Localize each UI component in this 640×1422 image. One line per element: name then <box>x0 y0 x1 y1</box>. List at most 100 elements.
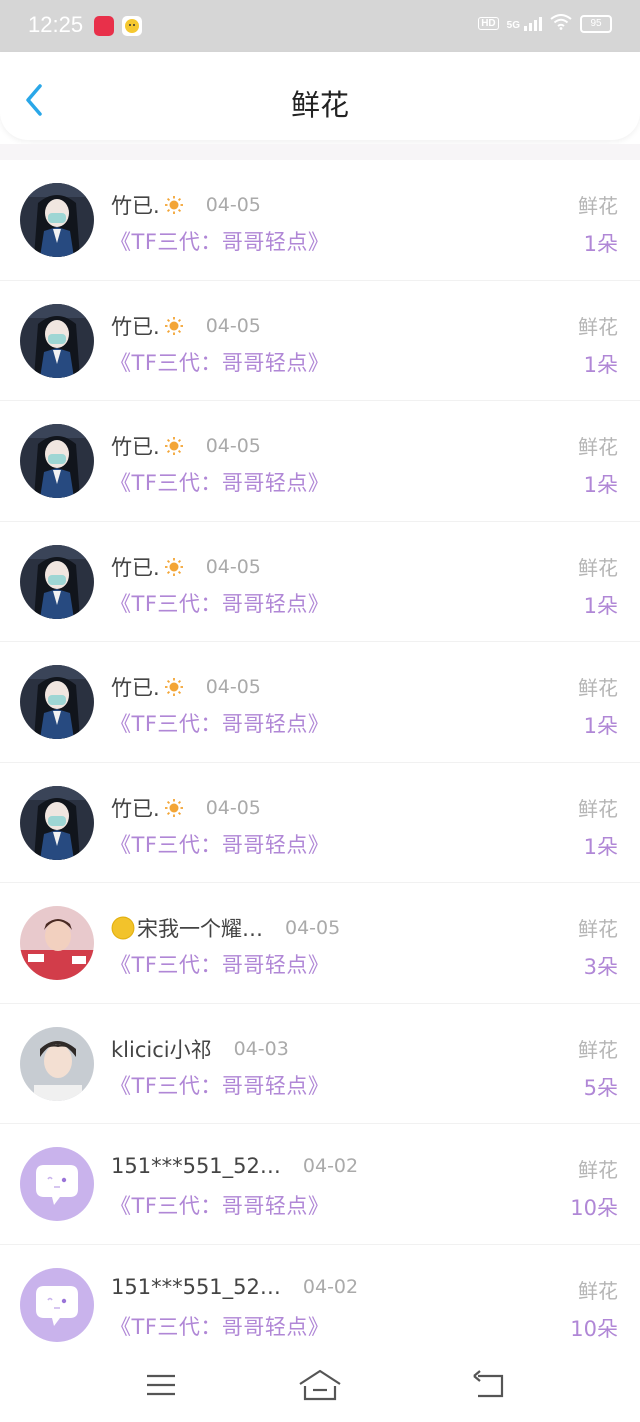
wifi-icon <box>550 14 572 33</box>
battery-icon: 95 <box>580 14 612 33</box>
gift-type-label: 鲜花 <box>578 194 618 218</box>
gift-count: 1朵 <box>583 714 618 738</box>
status-indicators: HD 5G 95 <box>478 14 612 33</box>
name-line: 竹已. 04-05 <box>111 190 261 220</box>
list-item[interactable]: 竹已. 04-05 《TF三代：哥哥轻点》 鲜花 1朵 <box>0 763 640 883</box>
header: 鲜花 <box>0 52 640 140</box>
name-line: 竹已. 04-05 <box>111 311 261 341</box>
user-name: klicici小祁 <box>111 1037 212 1062</box>
user-name: 竹已. <box>111 435 160 459</box>
avatar[interactable] <box>20 785 94 860</box>
menu-button[interactable] <box>144 1368 178 1402</box>
user-name: 竹已. <box>111 555 160 580</box>
signal-icon: 5G <box>506 16 542 31</box>
name-line: 竹已. 04-05 <box>111 552 261 582</box>
gift-count: 10朵 <box>570 1316 618 1341</box>
avatar[interactable] <box>20 1267 94 1342</box>
gift-type-label: 鲜花 <box>578 555 618 580</box>
user-name: 竹已. <box>111 314 160 339</box>
list-item[interactable]: 151***551_52… 04-02 《TF三代：哥哥轻点》 鲜花 10朵 <box>0 1124 640 1245</box>
gift-type-label: 鲜花 <box>578 917 618 941</box>
header-divider <box>0 144 640 160</box>
name-line: 151***551_52… 04-02 <box>111 1275 358 1299</box>
network-type: 5G <box>506 19 520 31</box>
sun-icon <box>164 557 183 576</box>
avatar[interactable] <box>20 1147 94 1221</box>
status-bar: 12:25 HD 5G 95 <box>0 0 640 52</box>
gift-count: 1朵 <box>583 834 618 859</box>
back-nav-button[interactable] <box>472 1368 506 1402</box>
list-item[interactable]: 竹已. 04-05 《TF三代：哥哥轻点》 鲜花 1朵 <box>0 160 640 281</box>
gift-type-label: 鲜花 <box>578 1158 618 1182</box>
menu-icon <box>147 1374 175 1396</box>
gift-count: 1朵 <box>583 593 618 618</box>
list-item[interactable]: 竹已. 04-05 《TF三代：哥哥轻点》 鲜花 1朵 <box>0 522 640 642</box>
app-notification-icon-yellow <box>122 16 142 36</box>
gift-count: 5朵 <box>583 1075 618 1100</box>
work-title[interactable]: 《TF三代：哥哥轻点》 <box>110 708 329 738</box>
gift-count: 10朵 <box>570 1196 618 1220</box>
avatar[interactable] <box>20 665 94 739</box>
sun-icon <box>164 437 183 455</box>
user-name: 宋我一个耀… <box>137 917 263 941</box>
list-item[interactable]: 宋我一个耀… 04-05 《TF三代：哥哥轻点》 鲜花 3朵 <box>0 883 640 1004</box>
sun-icon <box>164 798 183 817</box>
avatar[interactable] <box>20 906 94 980</box>
work-title[interactable]: 《TF三代：哥哥轻点》 <box>110 949 329 979</box>
list-item[interactable]: 竹已. 04-05 《TF三代：哥哥轻点》 鲜花 1朵 <box>0 401 640 522</box>
gift-type-label: 鲜花 <box>578 676 618 700</box>
app-notification-icon-red <box>94 16 114 36</box>
gift-type-label: 鲜花 <box>578 1037 618 1062</box>
user-name: 竹已. <box>111 194 160 218</box>
list-item[interactable]: 151***551_52… 04-02 《TF三代：哥哥轻点》 鲜花 10朵 <box>0 1245 640 1365</box>
avatar[interactable] <box>20 544 94 619</box>
sun-icon <box>164 196 183 214</box>
avatar[interactable] <box>20 424 94 498</box>
name-line: 竹已. 04-05 <box>111 672 261 702</box>
date: 04-05 <box>205 435 261 457</box>
name-line: 宋我一个耀… 04-05 <box>111 913 340 943</box>
work-title[interactable]: 《TF三代：哥哥轻点》 <box>110 226 329 256</box>
sun-icon <box>164 316 183 335</box>
work-title[interactable]: 《TF三代：哥哥轻点》 <box>110 467 329 497</box>
status-time: 12:25 <box>28 12 84 37</box>
work-title[interactable]: 《TF三代：哥哥轻点》 <box>110 1311 329 1341</box>
name-line: 151***551_52… 04-02 <box>111 1154 358 1178</box>
date: 04-05 <box>285 917 341 939</box>
list-item[interactable]: klicici小祁 04-03 《TF三代：哥哥轻点》 鲜花 5朵 <box>0 1004 640 1124</box>
user-name: 151***551_52… <box>111 1154 281 1178</box>
list-item[interactable]: 竹已. 04-05 《TF三代：哥哥轻点》 鲜花 1朵 <box>0 642 640 763</box>
avatar[interactable] <box>20 1026 94 1101</box>
user-name: 竹已. <box>111 796 160 821</box>
home-icon <box>299 1369 341 1401</box>
avatar[interactable] <box>20 183 94 257</box>
return-icon <box>473 1370 504 1398</box>
gift-type-label: 鲜花 <box>578 796 618 821</box>
work-title[interactable]: 《TF三代：哥哥轻点》 <box>110 1070 329 1100</box>
date: 04-05 <box>205 314 261 337</box>
home-button[interactable] <box>298 1368 342 1402</box>
name-line: 竹已. 04-05 <box>111 431 261 461</box>
work-title[interactable]: 《TF三代：哥哥轻点》 <box>110 829 329 859</box>
battery-level: 95 <box>590 18 602 29</box>
work-title[interactable]: 《TF三代：哥哥轻点》 <box>110 347 329 377</box>
gift-count: 3朵 <box>583 955 618 979</box>
gift-type-label: 鲜花 <box>578 435 618 459</box>
date: 04-02 <box>302 1155 359 1177</box>
moon-icon <box>111 916 135 940</box>
gift-count: 1朵 <box>583 352 618 377</box>
user-name: 竹已. <box>111 676 160 700</box>
gift-type-label: 鲜花 <box>578 314 618 339</box>
avatar[interactable] <box>20 303 94 378</box>
list-item[interactable]: 竹已. 04-05 《TF三代：哥哥轻点》 鲜花 1朵 <box>0 281 640 401</box>
system-nav-bar <box>0 1350 640 1422</box>
work-title[interactable]: 《TF三代：哥哥轻点》 <box>110 588 329 618</box>
work-title[interactable]: 《TF三代：哥哥轻点》 <box>110 1190 329 1220</box>
hd-icon: HD <box>478 17 499 30</box>
date: 04-05 <box>205 194 261 216</box>
name-line: klicici小祁 04-03 <box>111 1034 289 1064</box>
gift-count: 1朵 <box>583 473 618 497</box>
user-name: 151***551_52… <box>111 1274 281 1299</box>
gift-count: 1朵 <box>583 232 618 256</box>
date: 04-03 <box>233 1037 289 1060</box>
